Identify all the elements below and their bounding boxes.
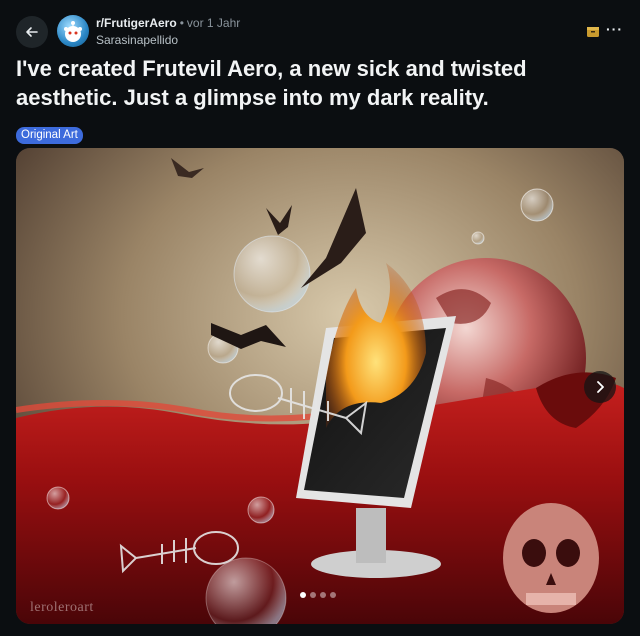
save-icon [587, 27, 599, 37]
pagination-dot[interactable] [330, 592, 336, 598]
subreddit-avatar[interactable] [57, 15, 89, 47]
pagination-dot[interactable] [300, 592, 306, 598]
author-name[interactable]: Sarasinapellido [96, 32, 240, 49]
image-watermark: leroleroart [30, 600, 94, 615]
gallery-pagination [296, 590, 340, 600]
gallery-image[interactable]: leroleroart [16, 148, 624, 624]
post-meta: r/FrutigerAero • vor 1 Jahr Sarasinapellid… [96, 14, 240, 49]
post-header: r/FrutigerAero • vor 1 Jahr Sarasinapellid… [0, 0, 640, 56]
post-flair[interactable]: Original Art [16, 127, 83, 144]
gallery-next-button[interactable] [584, 371, 616, 403]
subreddit-name[interactable]: r/FrutigerAero [96, 16, 177, 30]
artwork-image [16, 148, 624, 624]
save-button[interactable] [586, 25, 600, 39]
snoo-icon [64, 21, 82, 42]
post-title[interactable]: I've created Frutevil Aero, a new sick a… [16, 54, 616, 112]
chevron-right-icon [597, 381, 604, 393]
more-horizontal-icon: ··· [606, 21, 623, 37]
skull-shape [503, 503, 599, 613]
back-button[interactable] [16, 16, 48, 48]
meta-separator: • [179, 16, 184, 30]
more-options-button[interactable]: ··· [606, 22, 626, 40]
pagination-dot[interactable] [310, 592, 316, 598]
arrow-left-icon [26, 27, 38, 37]
post-time: vor 1 Jahr [186, 16, 241, 30]
pagination-dot[interactable] [320, 592, 326, 598]
